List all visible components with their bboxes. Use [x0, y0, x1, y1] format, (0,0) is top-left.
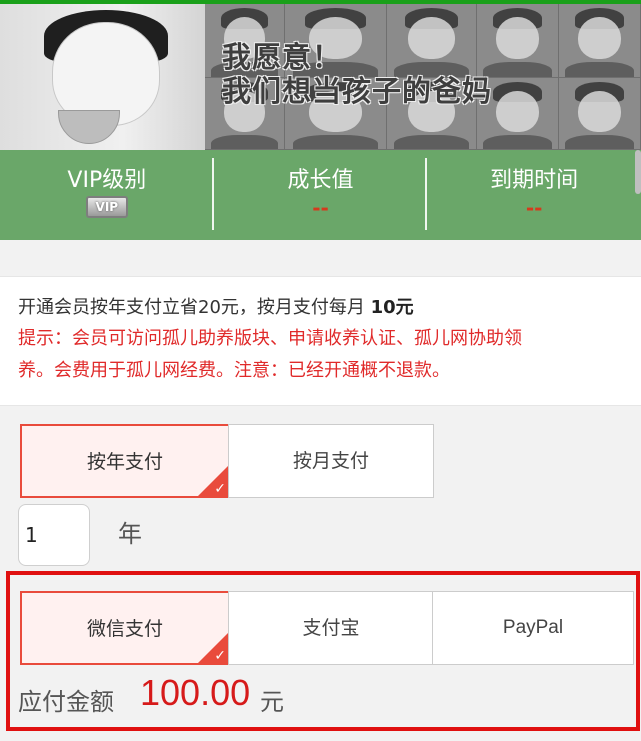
years-quantity-input[interactable] [18, 504, 90, 566]
payment-method-paypal[interactable]: PayPal [432, 591, 634, 665]
stat-label: 成长值 [287, 168, 354, 193]
membership-notice: 开通会员按年支付立省20元，按月支付每月 10元 提示：会员可访问孤儿助养版块、… [0, 276, 641, 406]
payment-method-label: 微信支付 [86, 618, 163, 640]
selected-check-icon: ✓ [196, 631, 230, 665]
payment-method-alipay[interactable]: 支付宝 [228, 591, 434, 665]
banner-slogan-line1: 我愿意！ [222, 40, 343, 74]
payment-method-label: PayPal [502, 617, 564, 638]
banner-girl-photo [0, 4, 205, 150]
stat-growth-value: 成长值 -- [214, 150, 428, 240]
stat-label: VIP级别 [67, 168, 147, 193]
pricing-info: 开通会员按年支付立省20元，按月支付每月 10元 [18, 297, 414, 318]
member-stats-bar: VIP级别 VIP 成长值 -- 到期时间 -- [0, 150, 641, 240]
option-pay-monthly[interactable]: 按月支付 [228, 424, 434, 498]
notice-tip-line1: 提示：会员可访问孤儿助养版块、申请收养认证、孤儿网协助领 [18, 328, 522, 349]
scrollbar[interactable] [635, 150, 641, 194]
stat-value: -- [525, 196, 543, 220]
stat-vip-level: VIP级别 VIP [0, 150, 214, 240]
banner-slogan-line2: 我们想当孩子的爸妈 [222, 74, 493, 108]
payment-method-label: 支付宝 [302, 617, 360, 639]
option-pay-yearly[interactable]: 按年支付 ✓ [20, 424, 230, 498]
stat-label: 到期时间 [490, 168, 579, 193]
payment-method-wechat[interactable]: 微信支付 ✓ [20, 591, 230, 665]
amount-due-value: 100.00 [140, 672, 251, 713]
banner: 我愿意！ 我们想当孩子的爸妈 [0, 4, 641, 150]
stat-value: -- [312, 196, 329, 220]
option-label: 按月支付 [292, 450, 369, 472]
quantity-unit-label: 年 [118, 520, 142, 548]
amount-currency: 元 [260, 688, 284, 716]
vip-badge-icon: VIP [85, 196, 128, 218]
stat-expiry-date: 到期时间 -- [427, 150, 641, 240]
monthly-price: 10元 [370, 297, 414, 318]
amount-due-label: 应付金额 [18, 688, 114, 716]
notice-tip-line2: 养。会费用于孤儿网经费。注意：已经开通概不退款。 [18, 360, 450, 381]
selected-check-icon: ✓ [196, 464, 230, 498]
banner-slogan: 我愿意！ 我们想当孩子的爸妈 [222, 40, 492, 108]
option-label: 按年支付 [86, 451, 163, 473]
